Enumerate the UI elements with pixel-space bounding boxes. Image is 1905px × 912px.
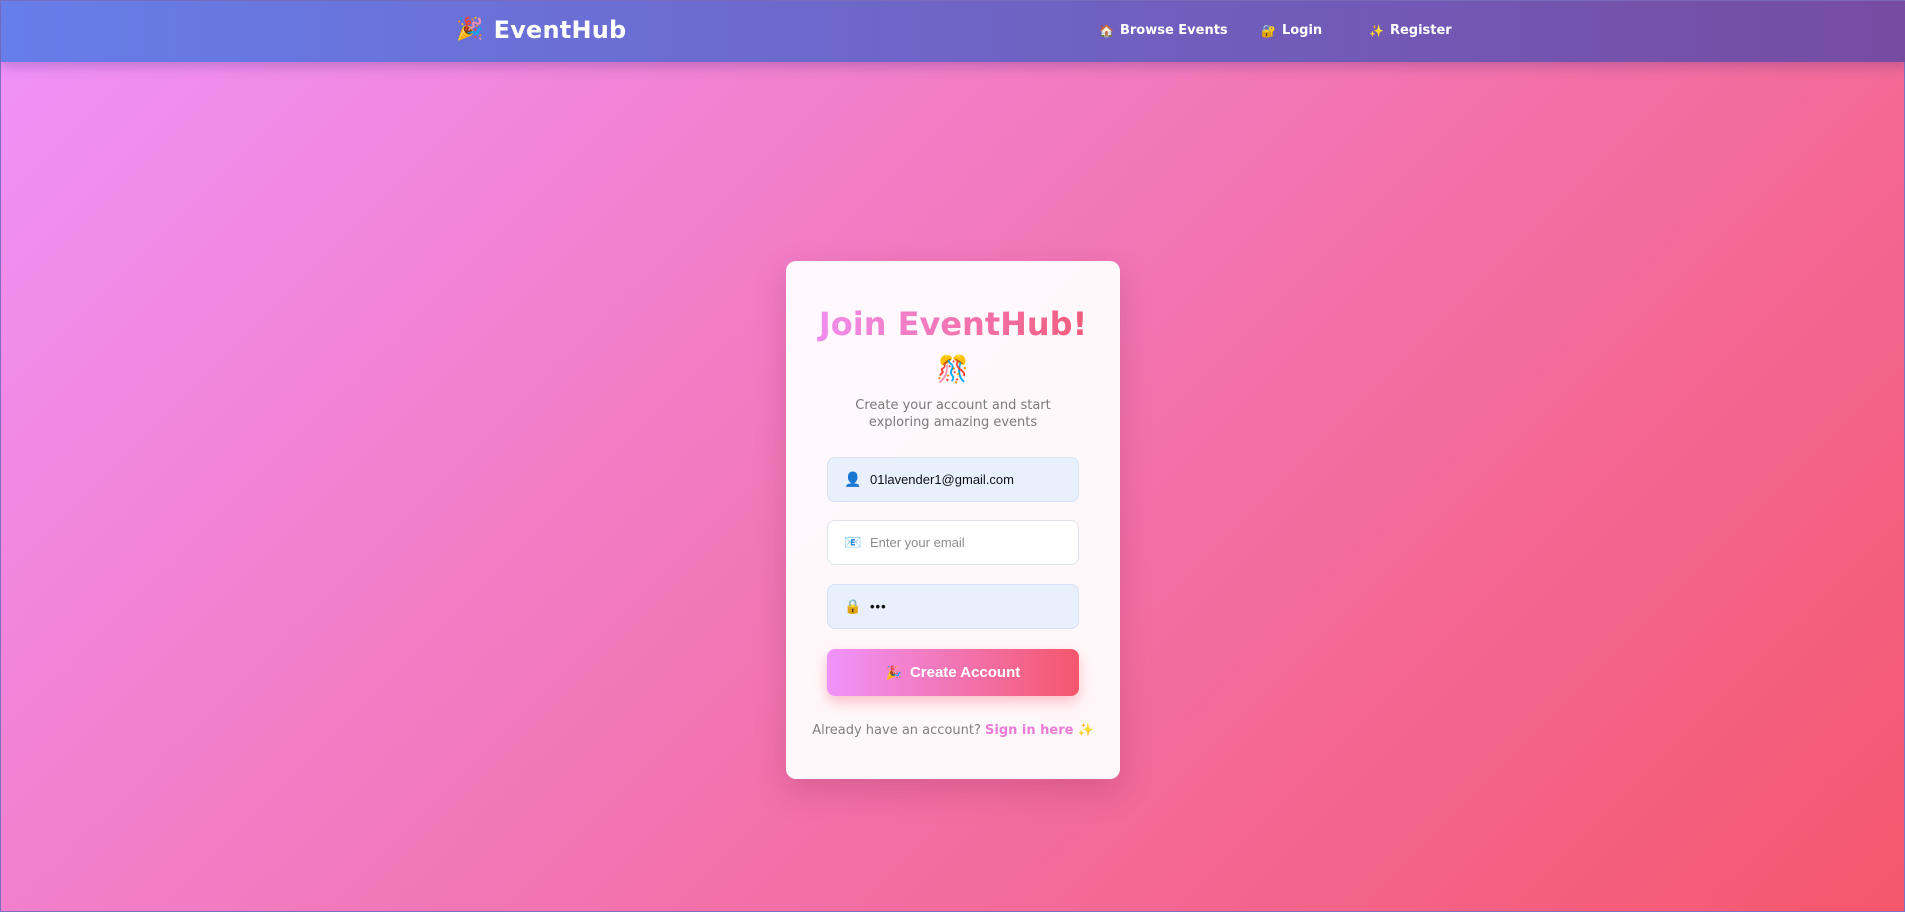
signin-link[interactable]: Sign in here (985, 723, 1073, 738)
top-navbar: 🎉 EventHub 🏠 Browse Events 🔐 Login ✨ Reg… (1, 1, 1905, 62)
page-title: Join EventHub! (786, 305, 1120, 343)
username-input[interactable] (870, 472, 1060, 487)
password-input[interactable] (870, 599, 1060, 614)
nav-login[interactable]: 🔐 Login (1261, 23, 1369, 38)
sparkles-icon: ✨ (1077, 723, 1094, 738)
party-popper-icon: 🎉 (456, 17, 484, 42)
signin-prompt: Already have an account? Sign in here ✨ (786, 723, 1120, 738)
house-icon: 🏠 (1099, 23, 1114, 38)
nav-links: 🏠 Browse Events 🔐 Login ✨ Register (1099, 23, 1452, 38)
password-field[interactable]: 🔒 (827, 584, 1079, 629)
email-input[interactable] (870, 535, 1060, 550)
create-account-label: Create Account (909, 664, 1021, 681)
party-popper-icon: 🎉 (885, 664, 902, 680)
email-field[interactable]: 📧 (827, 520, 1079, 565)
nav-register[interactable]: ✨ Register (1369, 23, 1452, 38)
nav-register-label: Register (1389, 23, 1452, 38)
brand-logo[interactable]: 🎉 EventHub (456, 16, 626, 44)
nav-browse-events-label: Browse Events (1119, 23, 1228, 38)
confetti-ball-icon: 🎊 (936, 355, 970, 385)
username-field[interactable]: 👤 (827, 457, 1079, 502)
brand-name: EventHub (493, 16, 627, 44)
register-card: Join EventHub! 🎊 Create your account and… (786, 261, 1120, 779)
nav-browse-events[interactable]: 🏠 Browse Events (1099, 23, 1261, 38)
create-account-button[interactable]: 🎉 Create Account (827, 649, 1079, 696)
user-icon: 👤 (844, 471, 862, 488)
nav-login-label: Login (1281, 23, 1323, 38)
lock-icon: 🔒 (844, 598, 862, 615)
signin-prompt-text: Already have an account? (812, 723, 981, 738)
page-subtitle: Create your account and start exploring … (855, 398, 1051, 430)
sparkles-icon: ✨ (1369, 23, 1384, 38)
lock-key-icon: 🔐 (1261, 23, 1276, 38)
email-icon: 📧 (844, 534, 862, 551)
